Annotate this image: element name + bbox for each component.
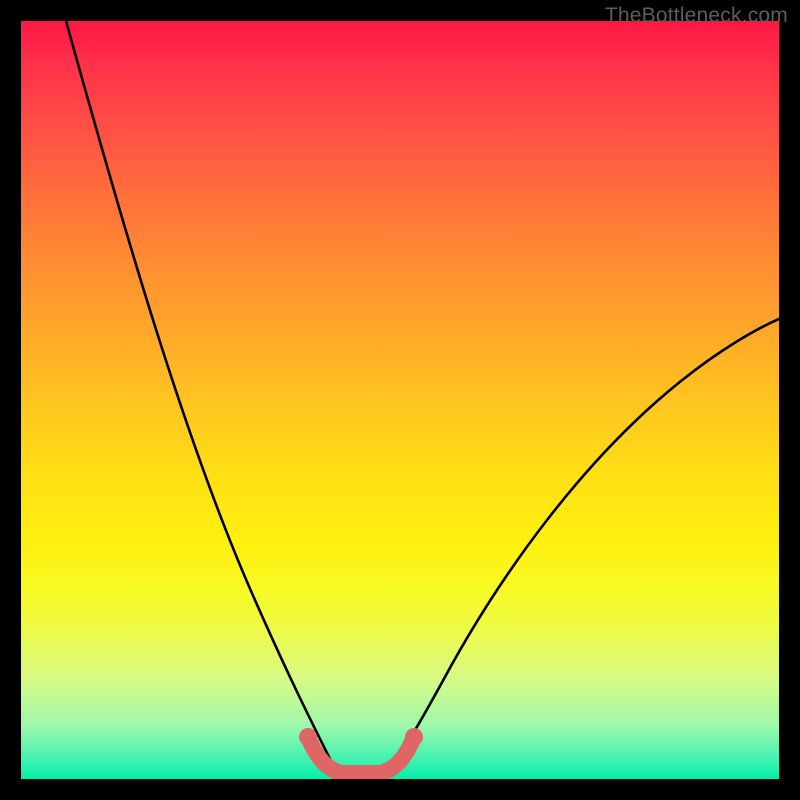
curve-left	[66, 21, 338, 773]
plot-area	[21, 21, 779, 779]
watermark-text: TheBottleneck.com	[605, 4, 788, 28]
chart-svg	[21, 21, 779, 779]
chart-frame: TheBottleneck.com	[0, 0, 800, 800]
curve-right	[386, 319, 779, 773]
band-dot-left	[299, 728, 317, 746]
bottom-band	[308, 737, 414, 773]
band-dot-right	[405, 728, 423, 746]
